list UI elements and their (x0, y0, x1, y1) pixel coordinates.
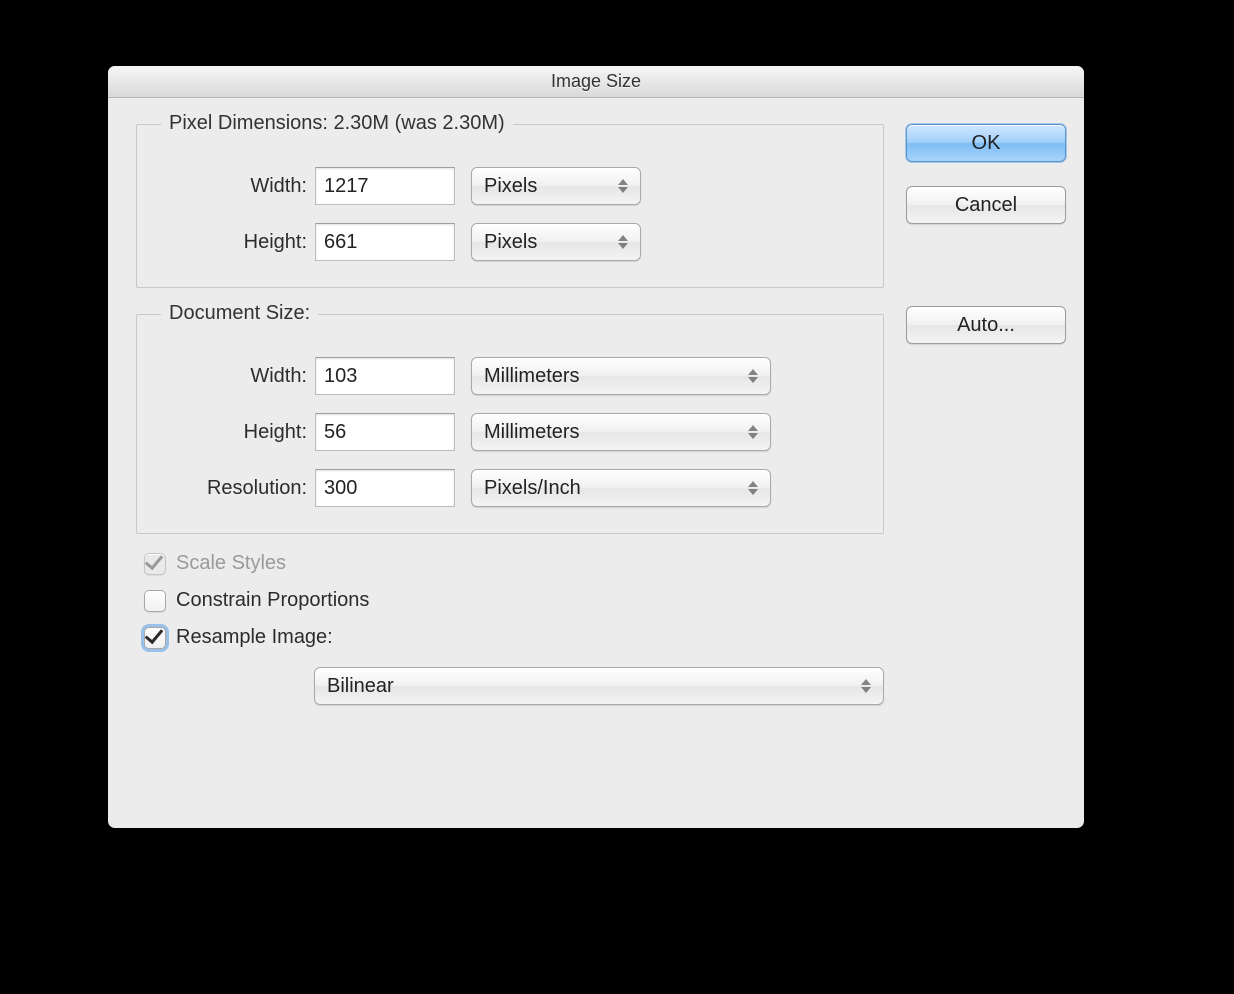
resolution-label: Resolution: (159, 477, 315, 500)
doc-width-label: Width: (159, 365, 315, 388)
doc-height-unit-select[interactable]: Millimeters (471, 413, 771, 451)
doc-height-label: Height: (159, 421, 315, 444)
stepper-icon (748, 418, 762, 446)
pixel-height-unit-value: Pixels (484, 231, 537, 254)
scale-styles-row: Scale Styles (144, 552, 884, 575)
doc-width-input[interactable] (315, 357, 455, 395)
scale-styles-checkbox (144, 553, 166, 575)
auto-button[interactable]: Auto... (906, 306, 1066, 344)
doc-height-input[interactable] (315, 413, 455, 451)
stepper-icon (618, 228, 632, 256)
constrain-proportions-row[interactable]: Constrain Proportions (144, 589, 884, 612)
pixel-height-unit-select[interactable]: Pixels (471, 223, 641, 261)
window-title: Image Size (551, 71, 641, 92)
pixel-width-input[interactable] (315, 167, 455, 205)
resolution-unit-value: Pixels/Inch (484, 477, 581, 500)
doc-width-unit-value: Millimeters (484, 365, 580, 388)
resample-method-value: Bilinear (327, 675, 394, 698)
titlebar: Image Size (108, 66, 1084, 98)
resample-image-row[interactable]: Resample Image: (144, 626, 884, 649)
doc-width-unit-select[interactable]: Millimeters (471, 357, 771, 395)
pixel-height-input[interactable] (315, 223, 455, 261)
resample-image-label: Resample Image: (176, 626, 333, 649)
scale-styles-label: Scale Styles (176, 552, 286, 575)
pixel-dimensions-legend: Pixel Dimensions: 2.30M (was 2.30M) (161, 112, 513, 135)
cancel-button-label: Cancel (955, 194, 1017, 217)
ok-button-label: OK (972, 132, 1001, 155)
stepper-icon (748, 362, 762, 390)
auto-button-label: Auto... (957, 314, 1015, 337)
dialog-body: Pixel Dimensions: 2.30M (was 2.30M) Widt… (108, 98, 1084, 828)
document-size-group: Document Size: Width: Millimeters Height… (136, 314, 884, 534)
stepper-icon (618, 172, 632, 200)
document-size-legend: Document Size: (161, 302, 318, 325)
resample-image-checkbox[interactable] (144, 627, 166, 649)
pixel-width-unit-value: Pixels (484, 175, 537, 198)
ok-button[interactable]: OK (906, 124, 1066, 162)
image-size-dialog: Image Size Pixel Dimensions: 2.30M (was … (108, 66, 1084, 828)
resolution-unit-select[interactable]: Pixels/Inch (471, 469, 771, 507)
stepper-icon (861, 672, 875, 700)
pixel-height-label: Height: (159, 231, 315, 254)
constrain-proportions-checkbox[interactable] (144, 590, 166, 612)
resolution-input[interactable] (315, 469, 455, 507)
pixel-dimensions-group: Pixel Dimensions: 2.30M (was 2.30M) Widt… (136, 124, 884, 288)
pixel-width-unit-select[interactable]: Pixels (471, 167, 641, 205)
cancel-button[interactable]: Cancel (906, 186, 1066, 224)
constrain-proportions-label: Constrain Proportions (176, 589, 369, 612)
pixel-width-label: Width: (159, 175, 315, 198)
doc-height-unit-value: Millimeters (484, 421, 580, 444)
stepper-icon (748, 474, 762, 502)
resample-method-select[interactable]: Bilinear (314, 667, 884, 705)
